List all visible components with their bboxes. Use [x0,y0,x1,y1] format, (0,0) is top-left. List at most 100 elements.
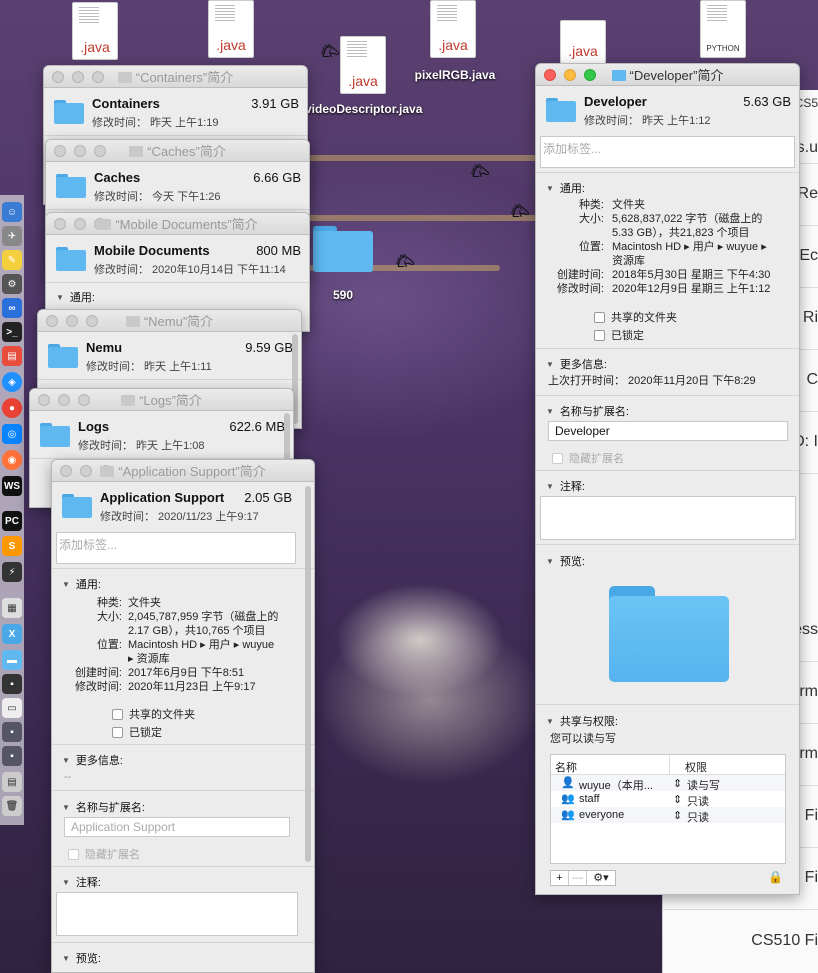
folder-icon[interactable]: ▬ [2,650,22,670]
minimize-button[interactable] [74,144,86,157]
close-button[interactable] [544,68,556,81]
minimize-button[interactable] [58,393,70,406]
java-file-icon[interactable]: .java [340,36,386,94]
minimize-button[interactable] [66,314,78,327]
folder-label[interactable]: 590 [313,288,373,302]
terminal-icon[interactable]: >_ [2,322,22,342]
permission-row[interactable]: 👥 everyone ⇕ 只读 [551,807,785,824]
file-label[interactable]: videoDescriptor.java [305,102,422,117]
python-file-icon[interactable]: PYTHON [700,0,746,58]
close-button[interactable] [54,144,66,157]
comments-section-header[interactable]: 注释: [52,868,101,890]
general-section-header[interactable]: 通用: [46,283,309,305]
name-field[interactable]: Application Support [64,817,290,837]
title-bar[interactable]: “Developer”简介 [536,64,799,86]
zoom-button[interactable] [92,70,104,83]
comments-field[interactable] [56,892,298,936]
lock-icon[interactable]: 🔒 [768,870,783,884]
title-bar[interactable]: “Containers”简介 [44,66,307,88]
tags-field[interactable]: 添加标签... [540,136,795,168]
more-info-section-header[interactable]: 更多信息: [536,350,607,372]
general-section-header[interactable]: 通用: [536,174,585,196]
zoom-button[interactable] [78,393,90,406]
close-button[interactable] [38,393,50,406]
launchpad-icon[interactable]: ✈ [2,226,22,246]
name-field[interactable]: Developer [548,421,788,441]
close-button[interactable] [46,314,58,327]
settings-icon[interactable]: ⚙ [2,274,22,294]
minimize-button[interactable] [80,464,92,477]
scrollbar[interactable] [305,486,311,862]
finder-icon[interactable]: ☺ [2,202,22,222]
app-icon[interactable]: ▤ [2,346,22,366]
thumbnail-icon[interactable]: ▭ [2,698,22,718]
java-file-icon[interactable]: .java [430,0,476,58]
close-button[interactable] [52,70,64,83]
hide-extension-checkbox[interactable]: 隐藏扩展名 [552,450,624,466]
title-bar[interactable]: “Logs”简介 [30,389,293,411]
java-file-icon[interactable]: .java [72,2,118,60]
chrome-icon[interactable]: ● [2,398,22,418]
title-bar[interactable]: “Mobile Documents”简介 [46,213,309,235]
updown-icon[interactable]: ⇕ [673,777,682,790]
title-bar[interactable]: “Application Support”简介 [52,460,314,482]
title-bar[interactable]: “Caches”简介 [46,140,309,162]
locked-checkbox[interactable]: 已锁定 [112,724,162,740]
shared-folder-checkbox[interactable]: 共享的文件夹 [112,706,195,722]
thumbnail-icon[interactable]: ▪ [2,746,22,766]
webstorm-icon[interactable]: WS [2,476,22,496]
app-icon[interactable]: ∞ [2,298,22,318]
comments-section-header[interactable]: 注释: [536,472,585,494]
sharing-permissions-section-header[interactable]: 共享与权限: [536,707,618,729]
zoom-button[interactable] [584,68,596,81]
locked-checkbox[interactable]: 已锁定 [594,327,644,343]
safari-icon[interactable]: ◈ [2,372,22,392]
info-window-application-support[interactable]: “Application Support”简介 Application Supp… [51,459,315,973]
thumbnail-icon[interactable]: ▪ [2,722,22,742]
updown-icon[interactable]: ⇕ [673,793,682,806]
preview-section-header[interactable]: 预览: [536,547,585,569]
thumbnail-icon[interactable]: ▪ [2,674,22,694]
hide-extension-checkbox[interactable]: 隐藏扩展名 [68,846,140,862]
column-header-permission[interactable]: 权限 [685,759,707,775]
thumbnail-icon[interactable]: ▤ [2,772,22,792]
info-window-developer[interactable]: “Developer”简介 Developer 5.63 GB 修改时间： 昨天… [535,63,800,895]
zoom-button[interactable] [94,217,106,230]
close-button[interactable] [54,217,66,230]
preview-section-header[interactable]: 预览: [52,944,101,966]
permission-row[interactable]: 👤 wuyue（本用... ⇕ 读与写 [551,775,785,792]
updown-icon[interactable]: ⇕ [673,809,682,822]
java-file-icon[interactable]: .java [560,20,606,64]
app-icon[interactable]: ⚡ [2,562,22,582]
sublime-icon[interactable]: S [2,536,22,556]
close-button[interactable] [60,464,72,477]
desktop-folder-icon[interactable] [313,226,373,272]
minimize-button[interactable] [74,217,86,230]
comments-field[interactable] [540,496,796,540]
document-icon[interactable]: ▦ [2,598,22,618]
name-extension-section-header[interactable]: 名称与扩展名: [536,397,629,419]
java-file-icon[interactable]: .java [208,0,254,58]
title-bar[interactable]: “Nemu”简介 [38,310,301,332]
zoom-button[interactable] [86,314,98,327]
zoom-button[interactable] [94,144,106,157]
file-label[interactable]: pixelRGB.java [405,68,505,82]
notes-icon[interactable]: ✎ [2,250,22,270]
name-extension-section-header[interactable]: 名称与扩展名: [52,793,145,815]
add-button[interactable]: + [551,871,569,885]
more-info-section-header[interactable]: 更多信息: [52,746,123,768]
minimize-button[interactable] [72,70,84,83]
remove-button[interactable]: — [569,871,587,885]
gear-menu-button[interactable]: ⚙▾ [587,871,615,885]
pycharm-icon[interactable]: PC [2,511,22,531]
shared-folder-checkbox[interactable]: 共享的文件夹 [594,309,677,325]
trash-icon[interactable]: 🗑 [2,796,22,816]
general-section-header[interactable]: 通用: [52,570,101,592]
column-header-name[interactable]: 名称 [555,759,577,775]
minimize-button[interactable] [564,68,576,81]
xcode-icon[interactable]: X [2,624,22,644]
zoom-button[interactable] [100,464,112,477]
tags-field[interactable]: 添加标签... [56,532,296,564]
app-icon[interactable]: ◎ [2,424,22,444]
permission-row[interactable]: 👥 staff ⇕ 只读 [551,791,785,808]
